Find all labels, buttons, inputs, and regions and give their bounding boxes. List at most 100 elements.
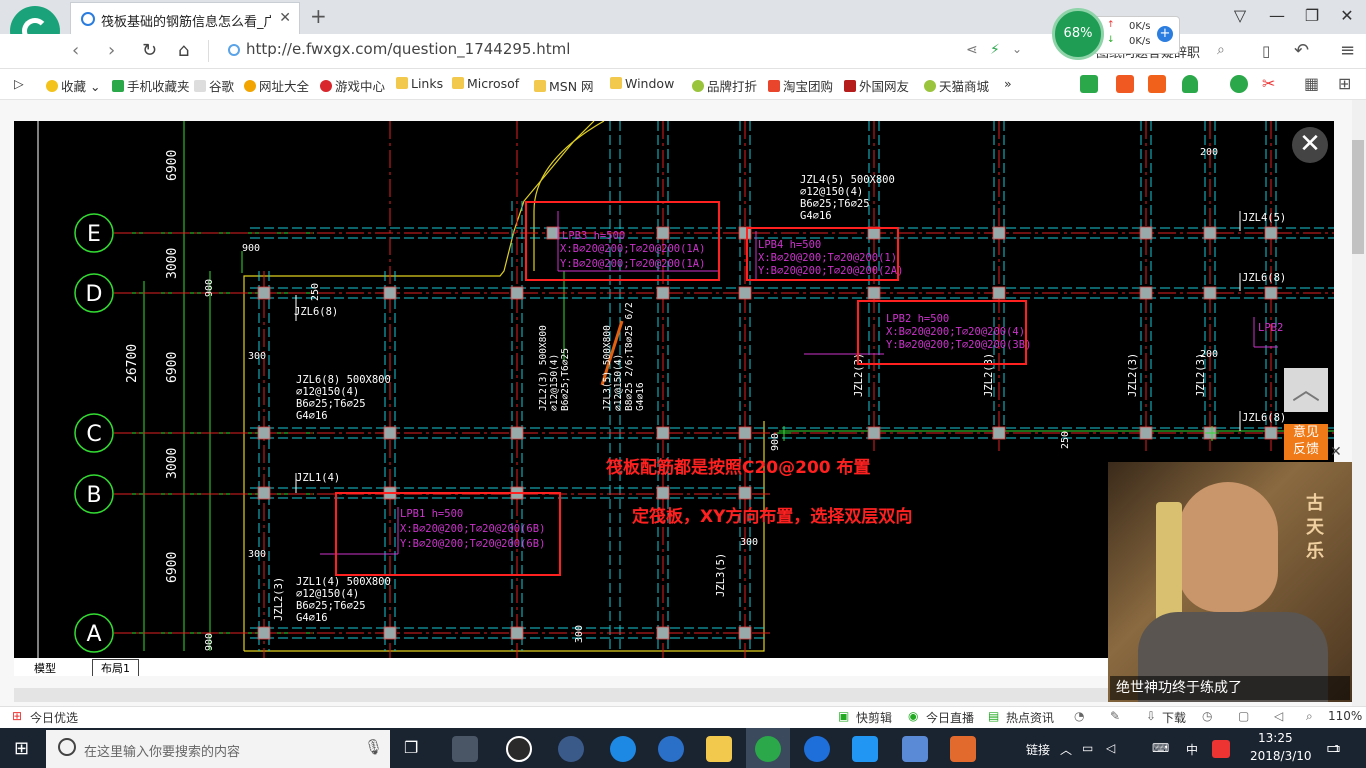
- beam-tag: JZL6(8): [1242, 272, 1286, 284]
- site-icon: [228, 44, 240, 56]
- add-icon[interactable]: +: [1157, 26, 1173, 42]
- tv-icon[interactable]: [1116, 75, 1134, 93]
- ime-language[interactable]: 中: [1186, 741, 1198, 758]
- zoom-level[interactable]: 110%: [1328, 709, 1362, 723]
- apps-icon[interactable]: ⊞: [1338, 74, 1351, 93]
- task-view-icon[interactable]: ❐: [404, 738, 418, 757]
- dim-small: 300: [740, 537, 758, 548]
- bookmark-item[interactable]: 网址大全: [244, 76, 309, 95]
- tab-close-icon[interactable]: ✕: [279, 10, 291, 26]
- status-item[interactable]: 快剪辑: [856, 709, 892, 726]
- bookmark-item[interactable]: 收藏 ⌄: [46, 76, 100, 95]
- window-icon[interactable]: ▢: [1238, 709, 1249, 723]
- keyboard-icon[interactable]: ⌨: [1152, 741, 1169, 755]
- bookmark-item[interactable]: 游戏中心: [320, 76, 385, 95]
- feedback-button[interactable]: 意见 反馈: [1284, 424, 1328, 460]
- yuan-icon[interactable]: [1230, 75, 1248, 93]
- ie-icon[interactable]: [506, 736, 532, 762]
- chevron-down-icon[interactable]: ⌄: [1012, 42, 1022, 56]
- clock-time[interactable]: 13:25: [1258, 731, 1293, 745]
- refresh-icon[interactable]: ↻: [142, 40, 157, 61]
- sogou-icon[interactable]: [1212, 740, 1230, 758]
- slab-y: Y:B⌀20@200;T⌀20@200(1A): [560, 258, 705, 270]
- bookmark-item[interactable]: 谷歌: [194, 76, 234, 95]
- close-viewer-button[interactable]: ✕: [1292, 127, 1328, 163]
- app-icon[interactable]: [804, 736, 830, 762]
- app-icon[interactable]: [558, 736, 584, 762]
- tab-active[interactable]: 筏板基础的钢筋信息怎么看_广联 ✕: [70, 2, 300, 34]
- microphone-icon[interactable]: 🎙: [364, 738, 383, 756]
- windows-start-icon[interactable]: ⊞: [14, 738, 29, 759]
- skin-icon[interactable]: ▽: [1225, 6, 1255, 25]
- lightning-icon[interactable]: ⚡: [990, 42, 1000, 58]
- scroll-top-button[interactable]: ︿: [1284, 368, 1328, 412]
- ime-link[interactable]: 链接: [1026, 741, 1050, 758]
- close-window-button[interactable]: ✕: [1332, 6, 1362, 25]
- mute-icon[interactable]: ◁: [1274, 709, 1283, 723]
- tab-model[interactable]: 模型: [34, 660, 56, 676]
- home-icon[interactable]: ⌂: [178, 40, 189, 61]
- back-icon[interactable]: ‹: [72, 40, 79, 61]
- clock-date[interactable]: 2018/3/10: [1250, 749, 1312, 763]
- shield-icon[interactable]: [1182, 75, 1198, 93]
- scrollbar-thumb[interactable]: [1352, 140, 1364, 254]
- status-left-label[interactable]: 今日优选: [30, 709, 78, 726]
- bookmark-item[interactable]: 品牌打折: [692, 76, 757, 95]
- scissors-icon[interactable]: ✂: [1262, 74, 1275, 93]
- axis-label-e: E: [87, 222, 101, 247]
- video-ad[interactable]: 古天乐: [1108, 462, 1352, 702]
- share-icon[interactable]: ⋖: [966, 42, 978, 58]
- beam-label: JZL6(8) 500X800: [296, 374, 391, 386]
- bookmark-item[interactable]: Links: [396, 76, 443, 91]
- bookmark-item[interactable]: MSN 网: [534, 76, 594, 95]
- edge-icon[interactable]: [610, 736, 636, 762]
- menu-icon[interactable]: ≡: [1340, 40, 1355, 61]
- tray-expand-icon[interactable]: ︿: [1060, 741, 1072, 758]
- grid-icon[interactable]: ▦: [1304, 74, 1319, 93]
- new-tab-button[interactable]: +: [310, 4, 327, 28]
- network-speed-widget: 0K/s 0K/s ↑ ↓ +: [1092, 16, 1180, 54]
- minimize-button[interactable]: —: [1262, 6, 1292, 25]
- forward-icon[interactable]: ›: [108, 40, 115, 61]
- app-icon[interactable]: [902, 736, 928, 762]
- bookmark-item[interactable]: Microsof: [452, 76, 519, 91]
- tab-layout1[interactable]: 布局1: [92, 659, 139, 676]
- app-icon[interactable]: [852, 736, 878, 762]
- dim-small: 300: [248, 549, 266, 560]
- app-icon[interactable]: [452, 736, 478, 762]
- beam-label: JZL1(4) 500X800: [296, 576, 391, 588]
- speedometer-icon[interactable]: ◔: [1074, 709, 1084, 723]
- speed-percent-badge[interactable]: 68%: [1052, 8, 1104, 60]
- bookmark-item[interactable]: 天猫商城: [924, 76, 989, 95]
- video-close-icon[interactable]: ✕: [1330, 444, 1342, 460]
- tools-icon[interactable]: ✎: [1110, 709, 1120, 723]
- slab-x: X:B⌀20@200;T⌀20@200(1A): [560, 243, 705, 255]
- bookmark-item[interactable]: Window: [610, 76, 674, 91]
- undo-icon[interactable]: ↶: [1294, 40, 1309, 61]
- sidebar-toggle-icon[interactable]: ▷: [14, 76, 24, 91]
- ie-icon[interactable]: [658, 736, 684, 762]
- discount-icon[interactable]: [1148, 75, 1166, 93]
- mobile-icon[interactable]: ▯: [1262, 42, 1270, 60]
- beam-tag: JZL4(5): [1242, 212, 1286, 224]
- pdf-icon[interactable]: [950, 736, 976, 762]
- network-icon[interactable]: ▭: [1082, 741, 1093, 755]
- person-face: [1178, 482, 1278, 612]
- bookmark-item[interactable]: 外国网友: [844, 76, 909, 95]
- reader-icon[interactable]: [1080, 75, 1098, 93]
- address-bar[interactable]: http://e.fwxgx.com/question_1744295.html: [246, 40, 570, 58]
- file-explorer-icon[interactable]: [706, 736, 732, 762]
- beam-tag: JZL6(8): [294, 306, 338, 318]
- status-item[interactable]: 今日直播: [926, 709, 974, 726]
- search-icon[interactable]: ⌕: [1217, 42, 1225, 58]
- status-item[interactable]: 热点资讯: [1006, 709, 1054, 726]
- download-label[interactable]: 下载: [1162, 709, 1186, 726]
- bookmark-item[interactable]: 淘宝团购: [768, 76, 833, 95]
- beam-label: B6⌀25;T6⌀25: [800, 198, 870, 210]
- history-icon[interactable]: ◷: [1202, 709, 1212, 723]
- volume-icon[interactable]: ◁: [1106, 741, 1115, 755]
- feedback-label: 意见 反馈: [1292, 425, 1319, 457]
- maximize-button[interactable]: ❐: [1297, 6, 1327, 25]
- bookmark-item[interactable]: 手机收藏夹: [112, 76, 190, 95]
- more-bookmarks-icon[interactable]: »: [1004, 76, 1012, 91]
